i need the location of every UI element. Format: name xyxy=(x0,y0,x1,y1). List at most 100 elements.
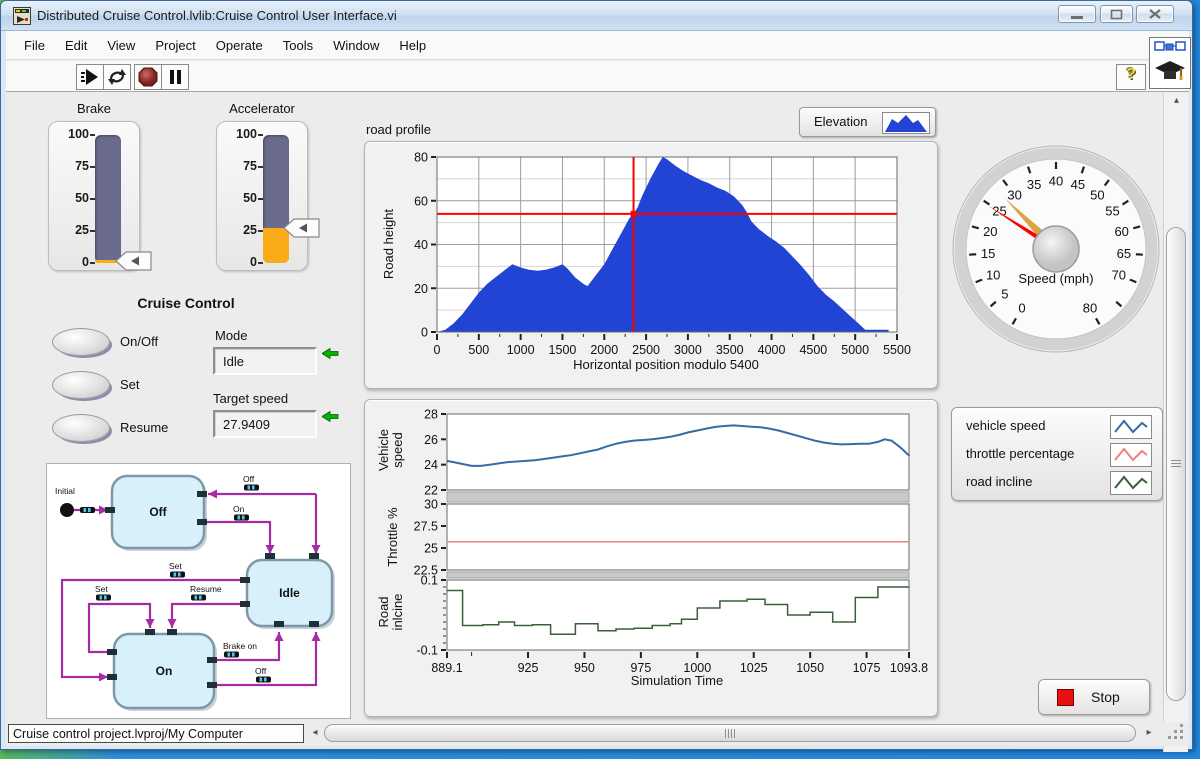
gauge-tick-label: 55 xyxy=(1105,204,1119,219)
menu-item-project[interactable]: Project xyxy=(145,33,205,58)
legend-label: road incline xyxy=(966,474,1033,489)
h-scroll-thumb[interactable] xyxy=(324,724,1136,742)
svg-text:30: 30 xyxy=(424,498,438,512)
svg-text:4500: 4500 xyxy=(799,343,827,357)
onoff-button[interactable] xyxy=(52,328,110,356)
menu-item-help[interactable]: Help xyxy=(389,33,436,58)
svg-text:5000: 5000 xyxy=(841,343,869,357)
speed-gauge: 05101520253035 40 45505560657080Speed (mph… xyxy=(952,145,1160,353)
transition-label: On xyxy=(233,504,245,514)
svg-text:Initial: Initial xyxy=(55,486,75,496)
waveform-legend: vehicle speed throttle percentage road inc… xyxy=(951,407,1163,501)
scale-label: 75 xyxy=(75,159,89,173)
svg-text:27.5: 27.5 xyxy=(414,520,438,534)
accelerator-slider-handle[interactable] xyxy=(283,216,321,240)
v-scroll-thumb[interactable] xyxy=(1166,227,1186,701)
waveform-legend-item-0[interactable]: vehicle speed xyxy=(952,414,1162,440)
transition-label: Set xyxy=(169,561,182,571)
accelerator-slider[interactable]: 100 75 50 25 0 xyxy=(216,121,320,271)
run-continuous-icon xyxy=(108,69,126,85)
menu-item-operate[interactable]: Operate xyxy=(206,33,273,58)
project-context-button[interactable]: Cruise control project.lvproj/My Compute… xyxy=(8,724,304,743)
v-scroll-up-arrow[interactable]: ▴ xyxy=(1164,95,1189,106)
window-title: Distributed Cruise Control.lvlib:Cruise … xyxy=(37,8,397,23)
elevation-legend[interactable]: Elevation xyxy=(799,107,936,137)
brake-slider-track[interactable] xyxy=(95,135,121,263)
menu-item-window[interactable]: Window xyxy=(323,33,389,58)
road-incline-ylabel: Road inlcine xyxy=(376,593,405,631)
scale-label: 25 xyxy=(243,223,257,237)
svg-text:0.1: 0.1 xyxy=(421,574,438,588)
run-continuous-button[interactable] xyxy=(103,64,131,90)
mode-indicator-arrow-icon xyxy=(322,348,339,359)
run-button[interactable] xyxy=(76,64,104,90)
road-profile-title: road profile xyxy=(366,122,432,137)
scale-label: 50 xyxy=(75,191,89,205)
resize-grip[interactable] xyxy=(1174,730,1177,733)
gauge-tick-label: 35 xyxy=(1027,177,1041,192)
stop-button-label: Stop xyxy=(1091,689,1120,705)
brake-slider[interactable]: 100 75 50 25 0 xyxy=(48,121,152,271)
gauge-tick-label: 45 xyxy=(1071,177,1085,192)
mode-value: Idle xyxy=(223,354,244,369)
scale-label: 75 xyxy=(243,159,257,173)
menu-item-file[interactable]: File xyxy=(14,33,55,58)
scale-label: 100 xyxy=(68,127,89,141)
gauge-tick-label: 10 xyxy=(986,268,1000,283)
resume-button-label: Resume xyxy=(120,420,169,435)
pause-button[interactable] xyxy=(161,64,189,90)
svg-text:40: 40 xyxy=(414,238,428,252)
waveform-legend-item-2[interactable]: road incline xyxy=(952,470,1162,496)
menu-item-edit[interactable]: Edit xyxy=(55,33,97,58)
waveform-legend-item-1[interactable]: throttle percentage xyxy=(952,442,1162,468)
svg-text:2000: 2000 xyxy=(590,343,618,357)
svg-text:Off: Off xyxy=(149,505,167,519)
mode-label: Mode xyxy=(215,328,248,343)
brake-slider-handle[interactable] xyxy=(115,249,153,273)
h-scroll-right-arrow[interactable]: ▸ xyxy=(1142,727,1156,738)
v-scrollbar[interactable]: ▴ ▾ xyxy=(1163,93,1188,752)
scale-label: 25 xyxy=(75,223,89,237)
gauge-title: Speed (mph) xyxy=(1018,271,1093,286)
svg-text:0: 0 xyxy=(421,326,428,340)
minimize-button[interactable] xyxy=(1058,5,1096,23)
stop-button[interactable]: Stop xyxy=(1038,679,1150,715)
svg-text:On: On xyxy=(156,664,173,678)
set-button[interactable] xyxy=(52,371,110,399)
client-area: File Edit View Project Operate Tools Window Hel… xyxy=(6,31,1191,752)
maximize-button[interactable] xyxy=(1100,5,1133,23)
svg-text:22: 22 xyxy=(424,484,438,498)
gauge-tick-label: 20 xyxy=(983,224,997,239)
svg-text:-0.1: -0.1 xyxy=(416,644,438,658)
statechart-panel: Off Idle On Off On Set Set Resume Brake on Off Ini… xyxy=(46,463,351,719)
svg-text:500: 500 xyxy=(468,343,489,357)
brake-label: Brake xyxy=(77,101,111,116)
desktop-background: Distributed Cruise Control.lvlib:Cruise … xyxy=(0,0,1200,759)
run-icon xyxy=(81,69,98,85)
vehicle-speed-ylabel: Vehicle speed xyxy=(376,429,405,471)
road-profile-xlabel: Horizontal position modulo 5400 xyxy=(573,357,759,372)
target-speed-value: 27.9409 xyxy=(223,417,270,432)
menubar[interactable]: File Edit View Project Operate Tools Window Hel… xyxy=(6,31,1189,60)
svg-text:1093.8: 1093.8 xyxy=(890,661,928,675)
scale-label: 100 xyxy=(236,127,257,141)
help-button[interactable]: ? xyxy=(1116,64,1146,90)
vi-icon-box[interactable] xyxy=(1149,37,1191,89)
scale-tick xyxy=(258,262,263,264)
close-button[interactable] xyxy=(1136,5,1174,23)
window-titlebar[interactable]: Distributed Cruise Control.lvlib:Cruise … xyxy=(1,1,1192,31)
abort-button[interactable] xyxy=(134,64,162,90)
toolbar: ? xyxy=(6,61,1189,92)
menu-item-tools[interactable]: Tools xyxy=(273,33,323,58)
road-profile-ylabel: Road height xyxy=(381,208,396,280)
gauge-tick-label: 40 xyxy=(1049,174,1063,189)
target-speed-label: Target speed xyxy=(213,391,289,406)
elevation-legend-label: Elevation xyxy=(814,114,868,129)
scale-tick xyxy=(258,134,263,136)
h-scroll-left-arrow[interactable]: ◂ xyxy=(308,727,322,738)
svg-text:80: 80 xyxy=(414,151,428,165)
mode-indicator: Idle xyxy=(213,347,317,375)
resume-button[interactable] xyxy=(52,414,110,442)
menu-item-view[interactable]: View xyxy=(97,33,145,58)
stop-icon xyxy=(1057,689,1074,706)
